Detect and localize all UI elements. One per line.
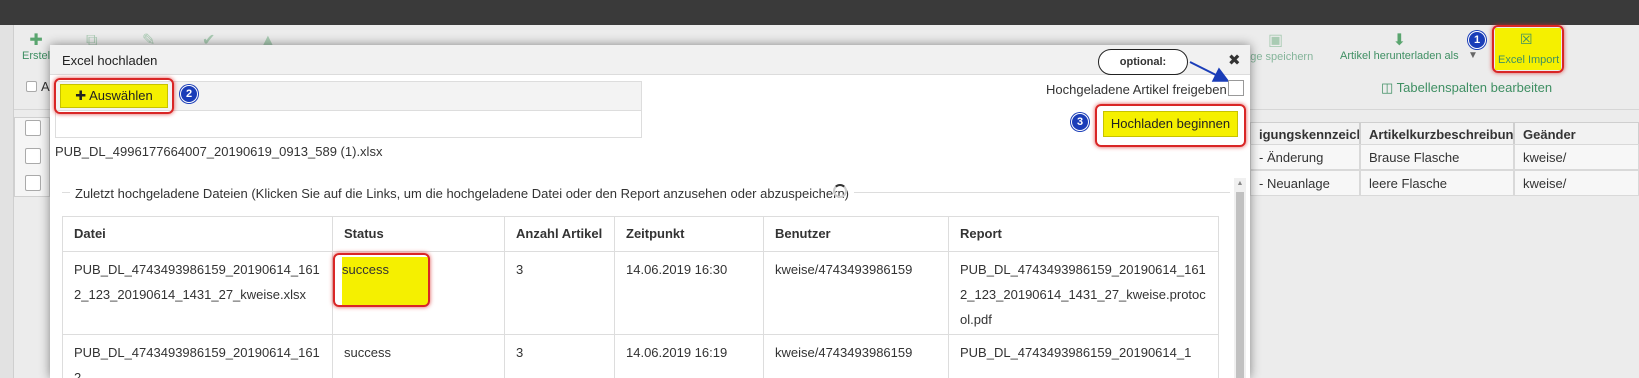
dropdown-caret-icon[interactable]: ▼ [1468, 50, 1478, 61]
status-cell: success [332, 334, 505, 378]
recent-uploads-table: Datei Status Anzahl Artikel Zeitpunkt Be… [62, 216, 1219, 378]
dialog-header: Excel hochladen ✖ [50, 45, 1250, 75]
release-articles-checkbox[interactable] [1228, 80, 1244, 96]
select-all-label: A [41, 79, 50, 94]
column-header-changed[interactable]: Geänder [1514, 122, 1639, 146]
excel-import-button[interactable]: ☒ Excel Import [1495, 28, 1561, 70]
recent-uploads-legend: Zuletzt hochgeladene Dateien (Klicken Si… [70, 186, 855, 201]
create-label: Erstel [22, 50, 51, 62]
step-badge-2: 2 [180, 85, 198, 103]
time-cell: 14.06.2019 16:30 [614, 251, 764, 335]
release-articles-label: Hochgeladene Artikel freigeben [1046, 82, 1227, 97]
plus-icon: ✚ [75, 88, 90, 103]
file-link[interactable]: PUB_DL_4743493986159_20190614_1612_123_2… [62, 251, 333, 335]
table-cell: kweise/ [1514, 144, 1639, 170]
excel-import-label: Excel Import [1498, 54, 1560, 66]
left-sidebar-edge [0, 25, 14, 378]
table-cell: - Änderung [1250, 144, 1360, 170]
save-template-icon[interactable]: ▣ [1268, 32, 1283, 50]
columns-icon: ◫ [1381, 80, 1397, 95]
edit-columns-link[interactable]: ◫ Tabellenspalten bearbeiten [1381, 80, 1552, 96]
user-cell: kweise/4743493986159 [763, 334, 949, 378]
table-row: PUB_DL_4743493986159_20190614_1612 succe… [62, 334, 1219, 378]
report-link[interactable]: PUB_DL_4743493986159_20190614_1 [948, 334, 1219, 378]
table-cell: - Neuanlage [1250, 170, 1360, 196]
count-cell: 3 [504, 251, 615, 335]
time-cell: 14.06.2019 16:19 [614, 334, 764, 378]
scroll-thumb[interactable] [1236, 192, 1244, 378]
status-highlight [333, 253, 430, 307]
loading-spinner-icon [833, 184, 847, 198]
column-header-file: Datei [62, 216, 333, 252]
scroll-up-icon[interactable]: ▲ [1234, 178, 1246, 190]
count-cell: 3 [504, 334, 615, 378]
table-header-row: Datei Status Anzahl Artikel Zeitpunkt Be… [62, 216, 1219, 252]
column-header-report: Report [948, 216, 1219, 252]
step-badge-3: 3 [1071, 113, 1089, 131]
create-button[interactable]: ✚ Erstel [22, 32, 50, 62]
row-checkbox[interactable] [25, 175, 41, 191]
column-header-count: Anzahl Artikel [504, 216, 615, 252]
download-icon: ⬇ [1392, 32, 1407, 49]
edit-columns-label: Tabellenspalten bearbeiten [1396, 80, 1553, 95]
download-label: Artikel herunterladen als [1340, 50, 1459, 62]
optional-callout: optional: [1098, 49, 1188, 75]
excel-upload-dialog: Excel hochladen ✖ optional: ✚ Auswählen … [50, 45, 1250, 378]
file-link[interactable]: PUB_DL_4743493986159_20190614_1612 [62, 334, 333, 378]
step-badge-1: 1 [1468, 31, 1486, 49]
download-button[interactable]: ⬇ Artikel herunterladen als [1340, 32, 1459, 62]
excel-file-icon: ☒ [1520, 31, 1533, 47]
column-header-status: Status [332, 216, 505, 252]
plus-icon: ✚ [29, 32, 43, 49]
header-checkbox[interactable] [25, 120, 41, 136]
dialog-title: Excel hochladen [62, 53, 158, 68]
row-checkbox[interactable] [25, 148, 41, 164]
select-all-checkbox[interactable] [26, 81, 37, 92]
top-bar [0, 0, 1639, 25]
start-upload-button[interactable]: Hochladen beginnen [1103, 111, 1238, 137]
report-link[interactable]: PUB_DL_4743493986159_20190614_1612_123_2… [948, 251, 1219, 335]
table-cell: Brause Flasche [1360, 144, 1514, 170]
choose-file-label: Auswählen [89, 88, 153, 103]
column-header-short-desc[interactable]: Artikelkurzbeschreibung [1360, 122, 1514, 146]
dialog-scrollbar[interactable]: ▲ [1234, 178, 1246, 378]
table-row: PUB_DL_4743493986159_20190614_1612_123_2… [62, 251, 1219, 335]
column-header-time: Zeitpunkt [614, 216, 764, 252]
choose-file-button[interactable]: ✚ Auswählen [60, 84, 168, 108]
table-cell: kweise/ [1514, 170, 1639, 196]
table-cell: leere Flasche [1360, 170, 1514, 196]
close-icon[interactable]: ✖ [1228, 51, 1241, 69]
user-cell: kweise/4743493986159 [763, 251, 949, 335]
column-header-user: Benutzer [763, 216, 949, 252]
selected-file-name: PUB_DL_4996177664007_20190619_0913_589 (… [55, 144, 383, 159]
